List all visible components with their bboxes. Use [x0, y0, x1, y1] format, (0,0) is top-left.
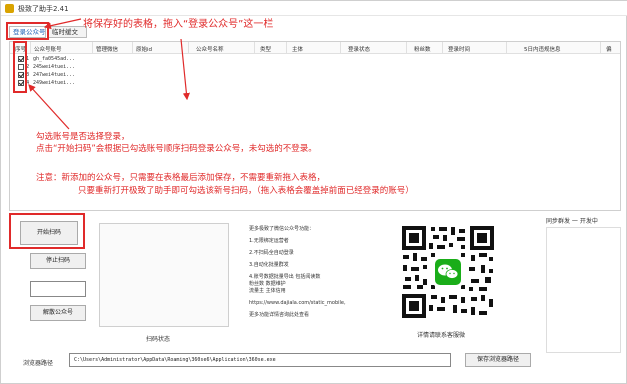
annotation-note-reopen: 只要重新打开极致了助手即可勾选该新号扫码，（拖入表格会覆盖掉前面已经登录的账号） [78, 186, 414, 196]
qr-caption: 详情请联系客服微 [417, 332, 466, 339]
col-header-more[interactable]: 偏 [606, 45, 612, 53]
annotation-check-accounts: 勾选账号是否选择登录， [36, 132, 130, 142]
col-header-account-name[interactable]: 公众号名称 [196, 45, 224, 53]
col-header-login-time[interactable]: 登录时间 [448, 45, 470, 53]
col-header-account[interactable]: 公众号账号 [34, 45, 62, 53]
scan-status-label: 扫码状态 [146, 336, 171, 343]
annotation-start-scan: 点击“开始扫码”会根据已勾选账号顺序扫码登录公众号，未勾选的不登录。 [36, 144, 317, 154]
info-item: 4.账号数据批量导出 包括阅读数 [249, 274, 321, 280]
info-url[interactable]: https://www.dajiala.com/static_mobile, [249, 297, 346, 309]
app-window: 极致了助手2.41 登录公众号 临时缓文 序号 公众号账号 管理微信 原始id … [0, 0, 627, 384]
info-heading: 更多极致了微信公众号功能： [249, 226, 315, 232]
annotation-drag-table: 将保存好的表格，拖入“登录公众号”这一栏 [83, 19, 274, 30]
row-account: 247wei4tuei... [33, 72, 76, 78]
info-item: 2.不扫码全自动登录 [249, 250, 294, 256]
qr-finder-top-right [470, 226, 494, 250]
tab-temp-cache[interactable]: 临时缓文 [48, 26, 87, 38]
col-header-admin-wechat[interactable]: 管理微信 [96, 45, 118, 53]
qr-finder-top-left [402, 226, 426, 250]
col-header-original-id[interactable]: 原始id [136, 45, 152, 53]
info-item: 流量主 主体信用 [249, 288, 286, 294]
app-logo-icon [5, 4, 14, 13]
row-account: 245wei4tuei... [33, 64, 76, 70]
wechat-icon [435, 259, 461, 285]
browser-path-label: 浏览器路径 [23, 360, 54, 367]
delete-account-button[interactable]: 解散公众号 [30, 305, 86, 321]
feature-info: 更多极致了微信公众号功能： 1.无限绑定运营者 2.不扫码全自动登录 3.自动化… [249, 223, 346, 321]
scan-status-panel [99, 223, 229, 327]
stop-scan-button[interactable]: 停止扫码 [30, 253, 86, 269]
qr-finder-bottom-left [402, 294, 426, 318]
col-header-type[interactable]: 类型 [260, 45, 271, 53]
start-scan-highlight-box [9, 213, 85, 249]
col-header-entity[interactable]: 主体 [292, 45, 303, 53]
info-item: 粉丝数 数据维护 [249, 281, 286, 287]
title-bar: 极致了助手2.41 [1, 1, 627, 16]
wechat-qr-code [399, 223, 497, 321]
row-account: gh_fa0545ad... [33, 56, 76, 62]
col-header-fans[interactable]: 粉丝数 [414, 45, 431, 53]
window-title: 极致了助手2.41 [18, 5, 69, 13]
sync-broadcast-label: 同步群发 一 开发中 [546, 218, 598, 225]
col-header-login-status[interactable]: 登录状态 [348, 45, 370, 53]
info-item: 1.无限绑定运营者 [249, 238, 289, 244]
bottom-panel: 开始扫码 停止扫码 解散公众号 扫码状态 更多极致了微信公众号功能： 1.无限绑… [9, 213, 621, 381]
row-account: 249wei4tuei... [33, 80, 76, 86]
annotation-note-new-account: 注意：新添加的公众号，只需要在表格最后添加保存，不需要重新拖入表格， [36, 173, 326, 183]
browser-path-input[interactable]: C:\Users\Administrator\AppData\Roaming\3… [69, 353, 451, 367]
sync-broadcast-panel [546, 227, 621, 353]
checkbox-highlight-box [13, 41, 27, 93]
col-header-violations[interactable]: 5日内违规信息 [524, 45, 561, 53]
save-browser-path-button[interactable]: 保存浏览器路径 [465, 353, 531, 367]
info-item: 3.自动化批量群发 [249, 262, 289, 268]
info-footer: 更多功能详情咨询此处查看 [249, 312, 310, 318]
account-input[interactable] [30, 281, 86, 297]
table-header: 序号 公众号账号 管理微信 原始id 公众号名称 类型 主体 登录状态 粉丝数 … [10, 42, 620, 54]
tab-highlight-box [6, 22, 49, 40]
